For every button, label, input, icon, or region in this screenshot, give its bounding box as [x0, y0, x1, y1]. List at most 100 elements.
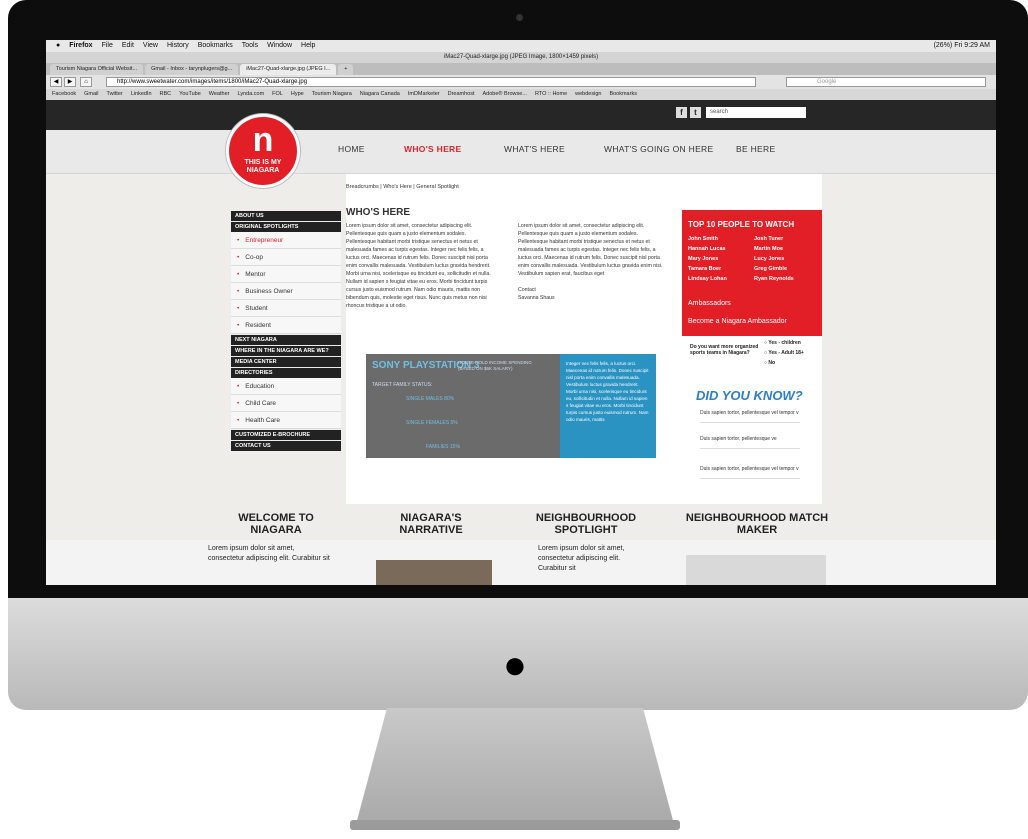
menu-bookmarks[interactable]: Bookmarks: [198, 40, 233, 52]
screen: ● Firefox File Edit View History Bookmar…: [46, 40, 996, 585]
top10-person[interactable]: Mary Jones: [688, 256, 718, 262]
top10-person[interactable]: Greg Gimble: [754, 266, 787, 272]
poll-option-2[interactable]: ○ Yes - Adult 18+: [764, 350, 804, 356]
site-search-input[interactable]: search: [706, 107, 806, 118]
address-bar[interactable]: http://www.sweetwater.com/images/items/1…: [106, 77, 756, 87]
sidebar-item-contact[interactable]: CONTACT US: [231, 441, 341, 451]
tab-tourism[interactable]: Tourism Niagara Official Websit...: [50, 64, 144, 75]
nav-whats-here[interactable]: WHAT'S HERE: [504, 144, 565, 154]
sidebar-item-brochure[interactable]: CUSTOMIZED E-BROCHURE: [231, 430, 341, 440]
bookmark-item[interactable]: ImDMarketer: [408, 89, 440, 100]
window-title: iMac27-Quad-xlarge.jpg (JPEG Image, 1800…: [46, 52, 996, 63]
breadcrumb[interactable]: Breadcrumbs | Who's Here | General Spotl…: [346, 184, 459, 190]
top10-person[interactable]: Lucy Jones: [754, 256, 784, 262]
bookmark-item[interactable]: Gmail: [84, 89, 98, 100]
sidebar-item-about[interactable]: ABOUT US: [231, 211, 341, 221]
did-you-know-item: Duis sapien tortor, pellentesque vel tem…: [700, 466, 800, 479]
sidebar-item-original[interactable]: ORIGINAL SPOTLIGHTS: [231, 222, 341, 232]
top10-person[interactable]: Martin Moe: [754, 246, 783, 252]
twitter-icon[interactable]: t: [690, 107, 701, 118]
top10-person[interactable]: Tamara Boer: [688, 266, 721, 272]
stat-families: FAMILIES 15%: [426, 444, 460, 450]
sidebar-sub-item[interactable]: • Entrepreneur: [231, 232, 341, 249]
ambassadors-link[interactable]: Ambassadors: [688, 300, 731, 307]
body-column-1: Lorem ipsum dolor sit amet, consectetur …: [346, 223, 491, 309]
google-search-field[interactable]: Google: [786, 77, 986, 87]
top10-person[interactable]: Hannah Lucas: [688, 246, 726, 252]
nav-whos-here[interactable]: WHO'S HERE: [404, 144, 461, 154]
sidebar-sub-item[interactable]: • Co-op: [231, 249, 341, 266]
site-logo[interactable]: n THIS IS MY NIAGARA: [226, 114, 300, 188]
sidebar-item-media[interactable]: MEDIA CENTER: [231, 357, 341, 367]
bookmark-item[interactable]: RBC: [160, 89, 172, 100]
menu-window[interactable]: Window: [267, 40, 292, 52]
menu-help[interactable]: Help: [301, 40, 315, 52]
nav-be-here[interactable]: BE HERE: [736, 144, 775, 154]
camera: [516, 14, 523, 21]
top10-person[interactable]: John Smith: [688, 236, 718, 242]
bookmark-item[interactable]: Dreamhost: [448, 89, 475, 100]
top10-person[interactable]: Ryan Reynolds: [754, 276, 794, 282]
bookmark-item[interactable]: Niagara Canada: [360, 89, 400, 100]
section-matchmaker: NEIGHBOURHOOD MATCH MAKER: [685, 512, 829, 536]
menu-view[interactable]: View: [143, 40, 158, 52]
bookmark-item[interactable]: Hype: [291, 89, 304, 100]
poll-option-3[interactable]: ○ No: [764, 360, 775, 366]
stat-males: SINGLE MALES 80%: [406, 396, 455, 402]
narrative-thumbnail[interactable]: [376, 560, 492, 585]
menu-history[interactable]: History: [167, 40, 189, 52]
sidebar-sub-item[interactable]: • Child Care: [231, 395, 341, 412]
matchmaker-map[interactable]: [686, 555, 826, 585]
bookmark-item[interactable]: Twitter: [107, 89, 123, 100]
top10-heading: TOP 10 PEOPLE TO WATCH: [688, 220, 795, 229]
nav-whats-going-on[interactable]: WHAT'S GOING ON HERE: [604, 144, 713, 154]
bookmark-item[interactable]: Weather: [209, 89, 230, 100]
menu-app[interactable]: Firefox: [69, 40, 92, 52]
forward-icon[interactable]: ▶: [64, 77, 76, 87]
welcome-text: Lorem ipsum dolor sit amet, consectetur …: [208, 545, 330, 562]
section-spotlight: NEIGHBOURHOOD SPOTLIGHT: [535, 512, 637, 536]
infographic-blue-panel: Integer nec felis felis, a luctus orci. …: [560, 354, 656, 458]
poll-option-1[interactable]: ○ Yes - children: [764, 340, 801, 346]
apple-menu-icon[interactable]: ●: [56, 40, 60, 52]
section-narrative: NIAGARA'S NARRATIVE: [399, 512, 463, 536]
bookmark-item[interactable]: Tourism Niagara: [312, 89, 352, 100]
top10-person[interactable]: Lindsay Lohan: [688, 276, 727, 282]
spotlight-text: Lorem ipsum dolor sit amet, consectetur …: [538, 545, 625, 572]
bookmark-item[interactable]: Adobe® Browse...: [483, 89, 527, 100]
bookmark-item[interactable]: YouTube: [179, 89, 201, 100]
sidebar-item-where[interactable]: WHERE IN THE NIAGARA ARE WE?: [231, 346, 341, 356]
bookmark-item[interactable]: Facebook: [52, 89, 76, 100]
menu-file[interactable]: File: [102, 40, 113, 52]
sidebar-item-next[interactable]: NEXT NIAGARA: [231, 335, 341, 345]
sidebar-sub-item[interactable]: • Education: [231, 378, 341, 395]
stat-females: SINGLE FEMALES 5%: [406, 420, 458, 426]
apple-logo-icon: ●: [502, 643, 528, 687]
top10-person[interactable]: Josh Tuner: [754, 236, 783, 242]
sidebar-sub-item[interactable]: • Mentor: [231, 266, 341, 283]
sidebar-sub-item[interactable]: • Resident: [231, 317, 341, 334]
tab-image[interactable]: iMac27-Quad-xlarge.jpg (JPEG I...: [240, 64, 337, 75]
nav-home[interactable]: HOME: [338, 144, 365, 154]
sidebar-sub-item[interactable]: • Student: [231, 300, 341, 317]
back-icon[interactable]: ◀: [50, 77, 62, 87]
sidebar-sub-item[interactable]: • Business Owner: [231, 283, 341, 300]
bottom-strip: [46, 540, 996, 585]
bookmarks-menu[interactable]: Bookmarks: [609, 89, 637, 100]
logo-text: THIS IS MY NIAGARA: [244, 159, 282, 174]
sidebar-item-directories[interactable]: DIRECTORIES: [231, 368, 341, 378]
menu-edit[interactable]: Edit: [122, 40, 134, 52]
bookmark-item[interactable]: LinkedIn: [131, 89, 152, 100]
home-icon[interactable]: ⌂: [80, 77, 92, 87]
become-ambassador-link[interactable]: Become a Niagara Ambassador: [688, 318, 787, 325]
new-tab-button[interactable]: +: [338, 64, 354, 75]
tab-gmail[interactable]: Gmail - Inbox - tarynplugers@g...: [145, 64, 239, 75]
bookmark-item[interactable]: FOL: [272, 89, 283, 100]
bookmarks-bar: Facebook Gmail Twitter LinkedIn RBC YouT…: [46, 89, 996, 100]
bookmark-item[interactable]: Lynda.com: [237, 89, 264, 100]
sidebar-sub-item[interactable]: • Health Care: [231, 412, 341, 429]
facebook-icon[interactable]: f: [676, 107, 687, 118]
bookmark-item[interactable]: webdesign: [575, 89, 601, 100]
bookmark-item[interactable]: RTO :: Home: [535, 89, 567, 100]
menu-tools[interactable]: Tools: [242, 40, 258, 52]
